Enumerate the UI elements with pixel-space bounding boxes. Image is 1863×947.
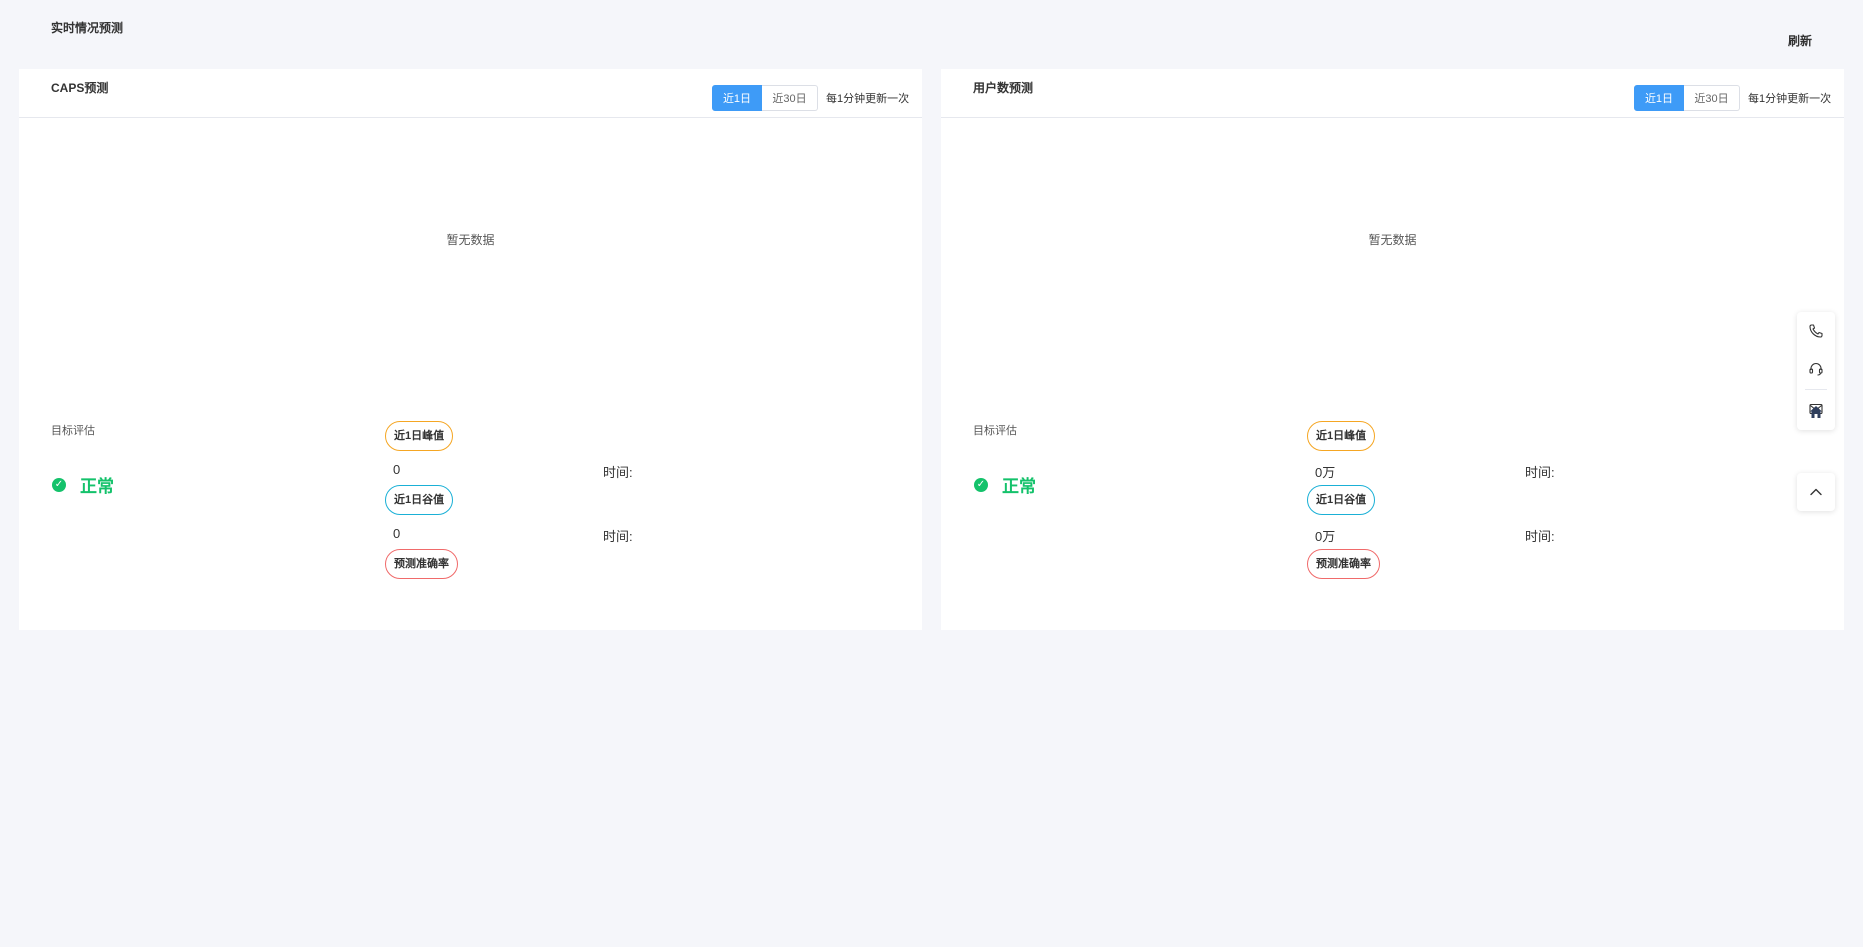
refresh-button[interactable]: 刷新 [1788, 32, 1812, 49]
back-to-top-button[interactable] [1797, 473, 1835, 511]
floating-contact-bar [1797, 312, 1835, 430]
update-frequency-note: 每1分钟更新一次 [826, 93, 910, 105]
caps-forecast-panel: CAPS预测 近1日 近30日 每1分钟更新一次 暂无数据 目标评估 ✓ 正常 … [19, 69, 922, 630]
chevron-up-icon [1810, 488, 1822, 496]
valley-tag: 近1日谷值 [1307, 485, 1376, 515]
peak-time-label: 时间: [603, 465, 633, 480]
eval-label: 目标评估 [51, 425, 95, 437]
range-30-day-button[interactable]: 近30日 [1684, 85, 1740, 111]
home-icon[interactable] [1797, 392, 1835, 430]
user-count-forecast-panel: 用户数预测 近1日 近30日 每1分钟更新一次 暂无数据 目标评估 ✓ 正常 近… [941, 69, 1844, 630]
check-circle-icon: ✓ [52, 477, 66, 492]
peak-tag: 近1日峰值 [385, 421, 454, 451]
panel-header: CAPS预测 近1日 近30日 每1分钟更新一次 [19, 69, 922, 118]
peak-value: 0万 [1315, 465, 1336, 480]
peak-value: 0 [393, 462, 401, 477]
valley-value: 0 [393, 526, 401, 541]
panel-title: CAPS预测 [51, 81, 109, 95]
valley-time-label: 时间: [603, 529, 633, 544]
update-frequency-note: 每1分钟更新一次 [1748, 93, 1832, 105]
status-text: 正常 [1002, 477, 1036, 496]
peak-time-label: 时间: [1525, 465, 1555, 480]
peak-tag: 近1日峰值 [1307, 421, 1376, 451]
accuracy-tag: 预测准确率 [385, 549, 458, 579]
panel-title: 用户数预测 [973, 81, 1034, 95]
range-30-day-button[interactable]: 近30日 [762, 85, 818, 111]
empty-data-text: 暂无数据 [446, 233, 495, 247]
status-indicator: ✓ 正常 [52, 472, 114, 497]
valley-value: 0万 [1315, 529, 1336, 544]
headset-icon[interactable] [1797, 350, 1835, 388]
phone-icon[interactable] [1797, 312, 1835, 350]
accuracy-tag: 预测准确率 [1307, 549, 1380, 579]
page-title: 实时情况预测 [51, 21, 124, 35]
range-1-day-button[interactable]: 近1日 [712, 85, 762, 111]
range-toggle: 近1日 近30日 [712, 85, 818, 111]
empty-data-text: 暂无数据 [1368, 233, 1417, 247]
check-circle-icon: ✓ [974, 477, 988, 492]
range-1-day-button[interactable]: 近1日 [1634, 85, 1684, 111]
eval-label: 目标评估 [973, 425, 1017, 437]
status-text: 正常 [80, 477, 114, 496]
valley-tag: 近1日谷值 [385, 485, 454, 515]
range-toggle: 近1日 近30日 [1634, 85, 1740, 111]
panel-header: 用户数预测 近1日 近30日 每1分钟更新一次 [941, 69, 1844, 118]
status-indicator: ✓ 正常 [974, 472, 1036, 497]
valley-time-label: 时间: [1525, 529, 1555, 544]
